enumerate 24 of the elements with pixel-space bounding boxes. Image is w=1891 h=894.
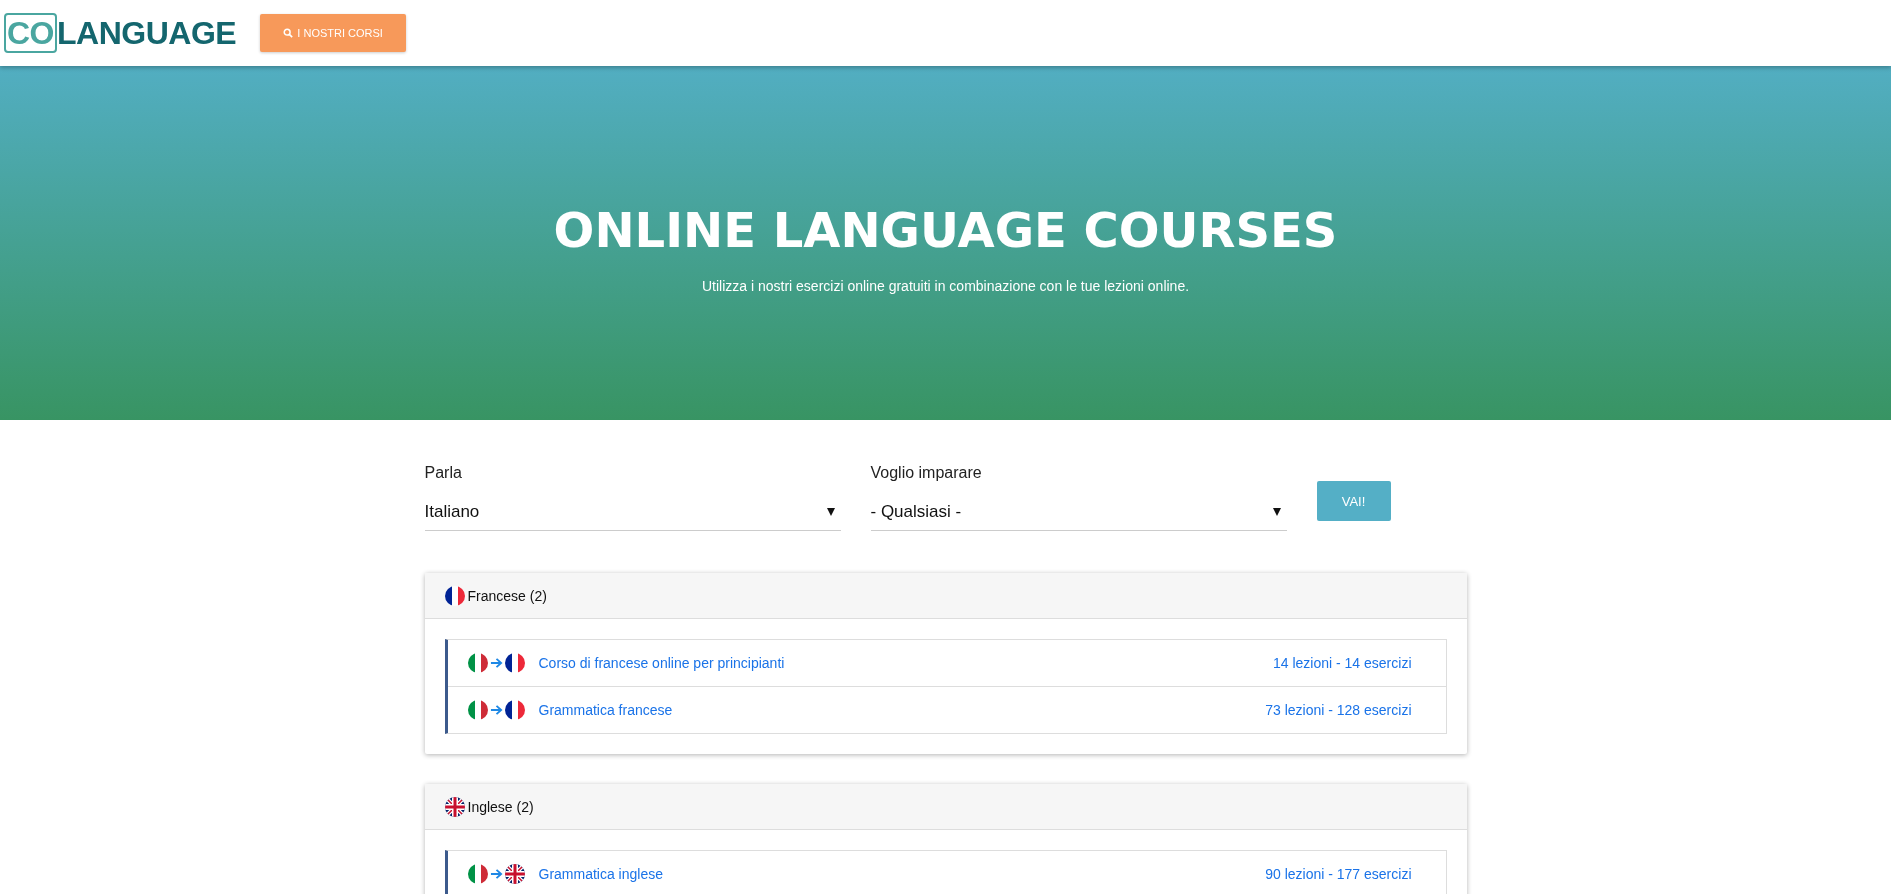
course-stats: 73 lezioni - 128 esercizi [1265,702,1412,718]
logo-text: LANGUAGE [57,14,237,52]
course-stats: 90 lezioni - 177 esercizi [1265,866,1412,882]
field-label: Parla [424,464,463,482]
hero-title: ONLINE LANGUAGE COURSES [553,202,1338,258]
arrow-icon [489,704,503,716]
caret-icon [826,508,835,516]
course-link[interactable]: Grammatica inglese [538,866,663,882]
language-select[interactable]: Italiano [424,502,841,531]
search-icon [283,28,294,38]
arrow-icon [489,657,503,669]
course-stats: 14 lezioni - 14 esercizi [1273,655,1412,671]
caret-icon [1272,508,1281,516]
field-label: Voglio imparare [870,464,983,482]
logo[interactable]: COLANGUAGE [4,13,237,53]
go-button[interactable]: VAI! [1316,481,1391,521]
language-select[interactable]: - Qualsiasi - [870,502,1287,531]
group-title: Inglese (2) [467,798,534,815]
hero-subtitle: Utilizza i nostri esercizi online gratuiti in combinazione con le tue lezioni online. [701,278,1190,294]
group-title: Francese (2) [467,587,547,604]
arrow-icon [489,868,503,880]
logo-bubble-text: CO [4,13,57,53]
course-link[interactable]: Corso di francese online per principianti [538,655,785,671]
course-link[interactable]: Grammatica francese [538,702,673,718]
